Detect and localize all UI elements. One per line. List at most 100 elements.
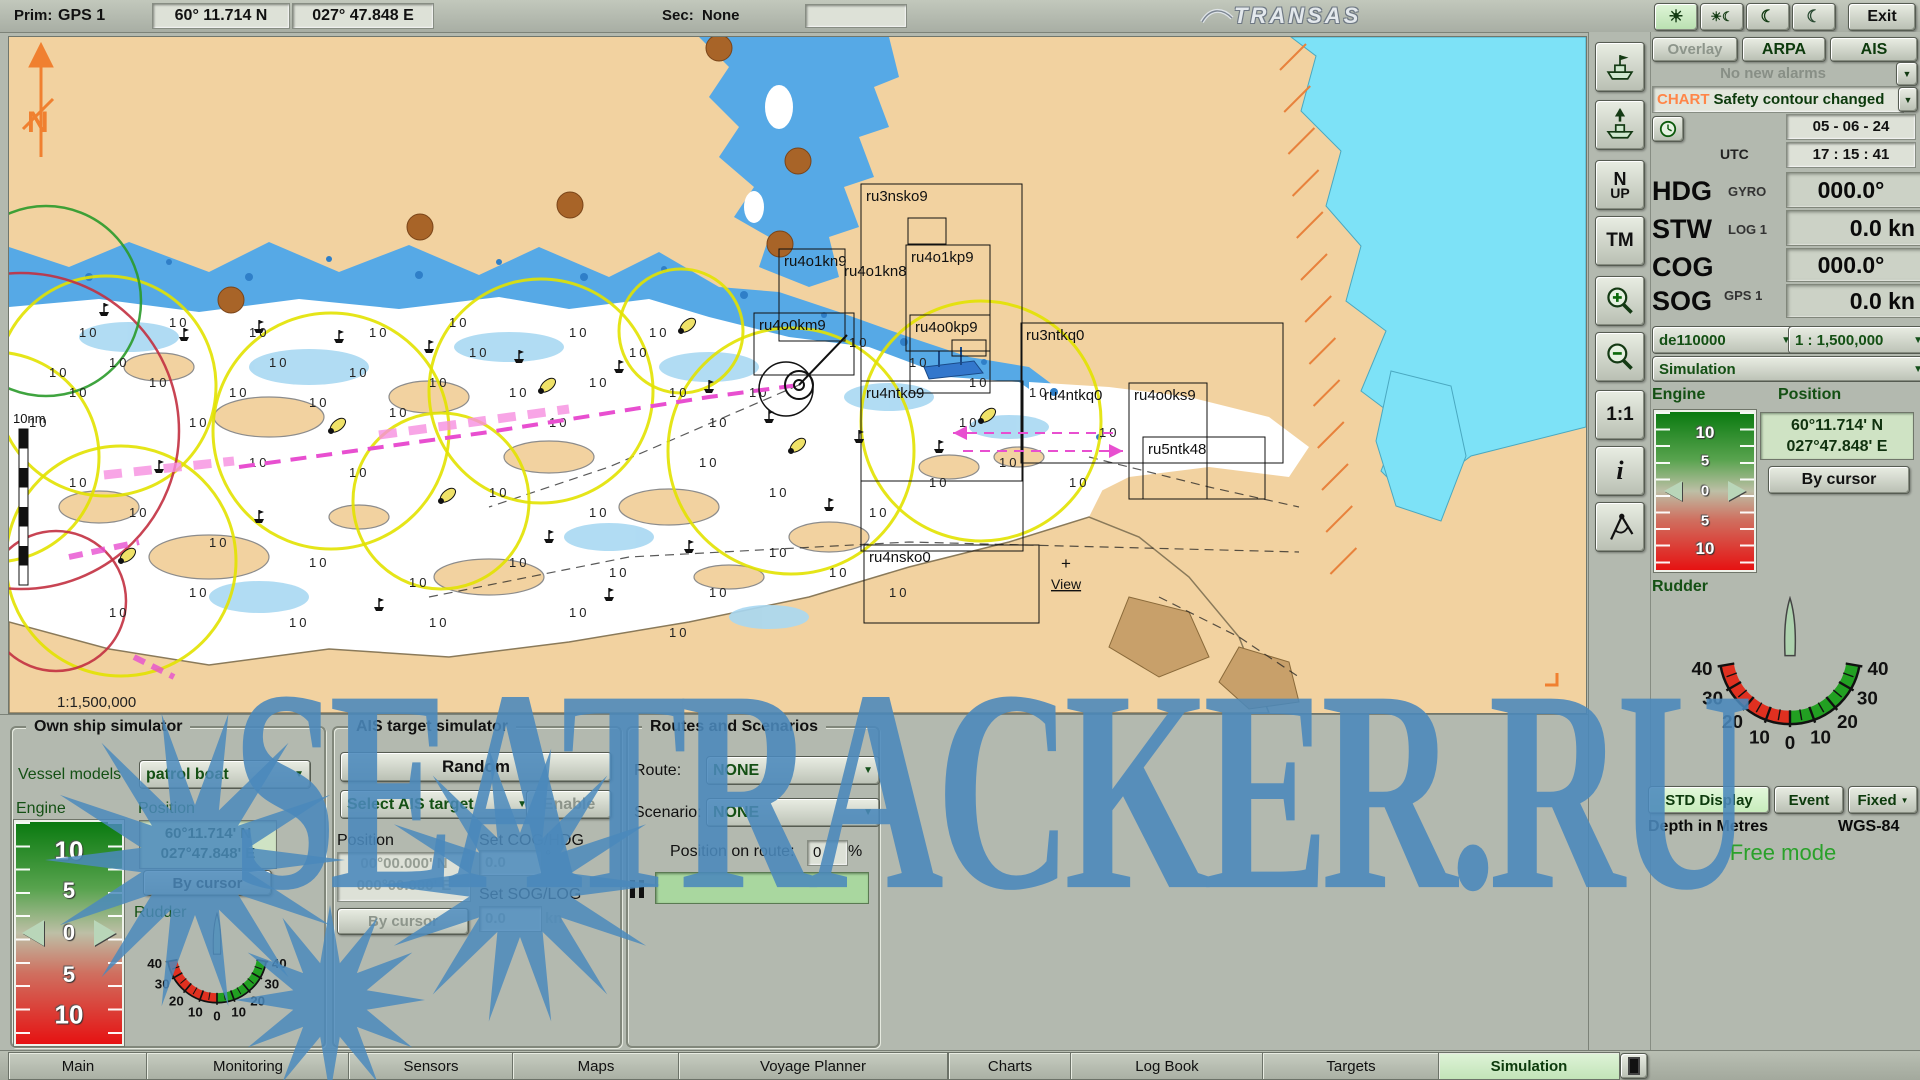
tab-sensors[interactable]: Sensors	[348, 1052, 514, 1080]
route-dropdown[interactable]: NONE▼	[706, 756, 880, 785]
center-ship-button[interactable]	[1595, 100, 1645, 150]
hdg-label: HDG	[1652, 176, 1712, 207]
scale-select-value: 1 : 1,500,000	[1795, 332, 1883, 349]
ship-display-button[interactable]	[1595, 42, 1645, 92]
rudder-scale-label: 20	[1837, 711, 1858, 732]
throttle-decrease-arrow[interactable]	[1664, 481, 1682, 501]
panel-toggle-button[interactable]	[1620, 1053, 1648, 1079]
scenario-dropdown[interactable]: NONE▼	[706, 798, 880, 827]
ais-position-field[interactable]: 00°00.000' N 000°00.000' E	[337, 852, 471, 902]
overlay-button[interactable]: Overlay	[1652, 37, 1738, 62]
sog-input[interactable]: 0.0	[479, 906, 542, 932]
boundary-hatch	[1314, 380, 1340, 406]
pause-button[interactable]	[630, 876, 646, 902]
brightness-night-button[interactable]: ☾	[1746, 3, 1790, 31]
tab-voyage-planner[interactable]: Voyage Planner	[678, 1052, 948, 1080]
tab-maps[interactable]: Maps	[512, 1052, 680, 1080]
tab-main[interactable]: Main	[8, 1052, 148, 1080]
info-button[interactable]: i	[1595, 446, 1645, 496]
chart-cell-label: ru4o1kp9	[911, 249, 974, 266]
std-display-button[interactable]: STD Display	[1648, 786, 1770, 814]
tab-simulation[interactable]: Simulation	[1438, 1052, 1620, 1080]
scale-select-dropdown[interactable]: 1 : 1,500,000 ▼	[1788, 326, 1920, 354]
rudder-dial[interactable]: 40302010010203040	[122, 912, 312, 1028]
route-label: Route:	[634, 762, 681, 780]
chart-area[interactable]: 1010101010101010101010101010101010101010…	[8, 36, 1587, 714]
ownship-by-cursor-button[interactable]: By cursor	[143, 870, 272, 896]
depth-sounding: 10	[709, 415, 729, 430]
zoom-out-button[interactable]	[1595, 332, 1645, 382]
stw-source: LOG 1	[1728, 222, 1767, 237]
by-cursor-button[interactable]: By cursor	[1768, 466, 1910, 494]
enable-button[interactable]: Enable	[526, 790, 612, 819]
brightness-day-button[interactable]: ☀	[1654, 3, 1698, 31]
tab-charts[interactable]: Charts	[948, 1052, 1072, 1080]
chart-select-dropdown[interactable]: de110000▼	[1652, 326, 1798, 354]
depth-sounding: 10	[429, 375, 449, 390]
one-to-one-label: 1:1	[1606, 404, 1633, 426]
depth-sounding: 10	[149, 375, 169, 390]
position-on-route-input[interactable]: 0	[807, 840, 848, 866]
tab-targets[interactable]: Targets	[1262, 1052, 1440, 1080]
arpa-button[interactable]: ARPA	[1742, 37, 1826, 62]
tab-monitoring[interactable]: Monitoring	[146, 1052, 350, 1080]
north-up-button[interactable]: NUP	[1595, 160, 1645, 210]
chevron-down-icon: ▼	[1904, 95, 1913, 105]
chart-select-value: de110000	[1659, 332, 1726, 349]
clock-button[interactable]	[1652, 116, 1684, 142]
event-button[interactable]: Event	[1774, 786, 1844, 814]
sim-position-lon: 027°47.848' E	[1761, 436, 1913, 457]
deg-unit: °	[545, 848, 551, 866]
north-up-label2: UP	[1610, 187, 1629, 200]
alarm-dropdown-button[interactable]: ▼	[1896, 62, 1918, 86]
chevron-down-icon: ▼	[1913, 335, 1920, 346]
ais-button[interactable]: AIS	[1830, 37, 1918, 62]
erbl-button[interactable]	[1595, 502, 1645, 552]
exit-button[interactable]: Exit	[1848, 3, 1916, 31]
cog-value: 000.0°	[1786, 248, 1920, 282]
chevron-down-icon: ▼	[863, 807, 873, 818]
rudder-dial[interactable]: 40302010010203040	[1656, 596, 1920, 760]
mode-status: Free mode	[1650, 840, 1916, 866]
cog-input[interactable]: 0.0	[479, 850, 542, 876]
clock-icon	[1659, 120, 1677, 138]
vessel-model-dropdown[interactable]: patrol boat▼	[139, 760, 311, 789]
ownship-rudder-indicator[interactable]: 40302010010203040	[122, 912, 312, 1033]
mode-select-dropdown[interactable]: Simulation▼	[1652, 356, 1920, 382]
true-motion-button[interactable]: TM	[1595, 216, 1645, 266]
original-scale-button[interactable]: 1:1	[1595, 390, 1645, 440]
chart-cell-label: ru3nsko9	[866, 188, 928, 205]
ais-by-cursor-button[interactable]: By cursor	[337, 908, 469, 935]
tab-log-book[interactable]: Log Book	[1070, 1052, 1264, 1080]
zoom-in-button[interactable]	[1595, 276, 1645, 326]
depth-sounding: 10	[869, 505, 889, 520]
vessel-model-value: patrol boat	[146, 766, 229, 784]
engine-telegraph[interactable]: 10 5 0 5 10	[1654, 410, 1756, 572]
select-ais-target-dropdown[interactable]: Select AIS target▼	[340, 790, 534, 819]
rudder-scale-label: 20	[250, 993, 265, 1008]
ownship-position-label: Position	[138, 800, 195, 818]
set-sog-label: Set SOG/LOG	[479, 886, 581, 904]
boundary-hatch	[1293, 170, 1319, 196]
rudder-indicator[interactable]: 40302010010203040	[1656, 596, 1920, 765]
chart-cell-boundary	[908, 218, 946, 244]
sim-position-display: 60°11.714' N 027°47.848' E	[1760, 412, 1914, 460]
depth-sounding: 10	[269, 355, 289, 370]
random-button[interactable]: Random	[340, 752, 612, 782]
route-progress-bar[interactable]	[655, 872, 869, 904]
fixed-dropdown-button[interactable]: Fixed▼	[1848, 786, 1918, 814]
throttle-decrease-arrow[interactable]	[22, 920, 44, 946]
chart-canvas[interactable]: 1010101010101010101010101010101010101010…	[9, 37, 1586, 713]
throttle-increase-arrow[interactable]	[94, 920, 116, 946]
brightness-dusk-button[interactable]: ☀☾	[1700, 3, 1744, 31]
datum-label: WGS-84	[1838, 818, 1899, 836]
brightness-dark-button[interactable]: ☾	[1792, 3, 1836, 31]
throttle-increase-arrow[interactable]	[1728, 481, 1746, 501]
group-title: Routes and Scenarios	[642, 718, 826, 736]
engine-scale-label: 5	[1656, 452, 1754, 469]
alert-dropdown-button[interactable]: ▼	[1898, 87, 1918, 112]
alarm-status: No new alarms	[1652, 62, 1894, 84]
depth-sounding: 10	[409, 575, 429, 590]
ownship-engine-telegraph[interactable]: 10 5 0 5 10	[14, 820, 124, 1046]
islet-dot	[706, 37, 732, 61]
